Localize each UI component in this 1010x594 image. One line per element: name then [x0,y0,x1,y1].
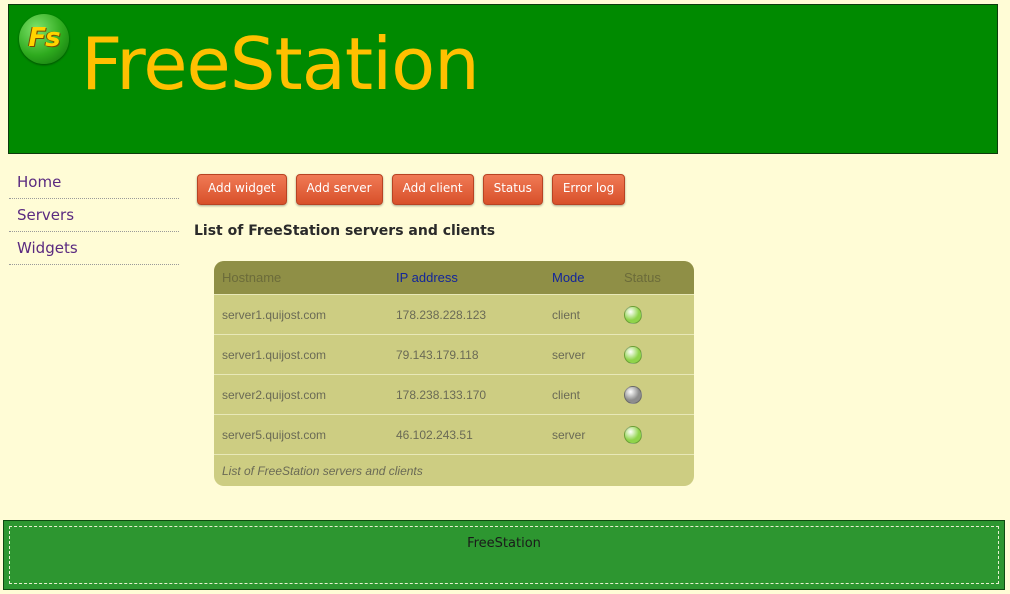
hostname-cell: server1.quijost.com [214,334,388,375]
column-header-status: Status [616,261,694,295]
ip-address-cell: 178.238.228.123 [388,294,544,335]
status-online-icon [624,345,642,364]
column-header-hostname[interactable]: Hostname [214,261,388,295]
freestation-logo-icon[interactable]: Fs [19,14,69,64]
sidebar-item-widgets[interactable]: Widgets [9,232,179,265]
footer: FreeStation [3,520,1005,590]
ip-address-cell: 46.102.243.51 [388,414,544,455]
table-caption-row: List of FreeStation servers and clients [214,454,694,486]
table-row[interactable]: server1.quijost.com 79.143.179.118 serve… [214,334,694,375]
sidebar-nav: Home Servers Widgets [9,166,179,265]
add-server-button[interactable]: Add server [295,174,383,205]
servers-table: Hostname IP address Mode Status server1.… [214,261,694,486]
status-online-icon [624,305,642,324]
table-caption: List of FreeStation servers and clients [214,454,694,486]
column-header-ip-address[interactable]: IP address [388,261,544,295]
ip-address-cell: 79.143.179.118 [388,334,544,375]
status-button[interactable]: Status [482,174,543,205]
status-cell [616,414,694,455]
status-cell [616,374,694,415]
table-header-row: Hostname IP address Mode Status [214,261,694,295]
mode-cell: client [544,294,616,335]
page: Fs FreeStation Home Servers Widgets Add … [0,0,1010,594]
status-online-icon [624,425,642,444]
table-row[interactable]: server5.quijost.com 46.102.243.51 server [214,414,694,455]
ip-address-cell: 178.238.133.170 [388,374,544,415]
logo-text: Fs [28,23,60,53]
header-banner: Fs FreeStation [8,4,998,154]
hostname-cell: server5.quijost.com [214,414,388,455]
status-cell [616,334,694,375]
mode-cell: client [544,374,616,415]
column-header-mode[interactable]: Mode [544,261,616,295]
mode-cell: server [544,414,616,455]
status-cell [616,294,694,335]
table-row[interactable]: server1.quijost.com 178.238.228.123 clie… [214,294,694,335]
footer-text: FreeStation [9,526,999,584]
error-log-button[interactable]: Error log [551,174,626,205]
hostname-cell: server2.quijost.com [214,374,388,415]
status-offline-icon [624,385,642,404]
toolbar: Add widget Add server Add client Status … [197,174,626,205]
sidebar-item-home[interactable]: Home [9,166,179,199]
hostname-cell: server1.quijost.com [214,294,388,335]
table-row[interactable]: server2.quijost.com 178.238.133.170 clie… [214,374,694,415]
mode-cell: server [544,334,616,375]
add-widget-button[interactable]: Add widget [197,174,287,205]
section-heading: List of FreeStation servers and clients [194,223,496,239]
sidebar-item-servers[interactable]: Servers [9,199,179,232]
add-client-button[interactable]: Add client [391,174,474,205]
site-title: FreeStation [81,22,480,106]
